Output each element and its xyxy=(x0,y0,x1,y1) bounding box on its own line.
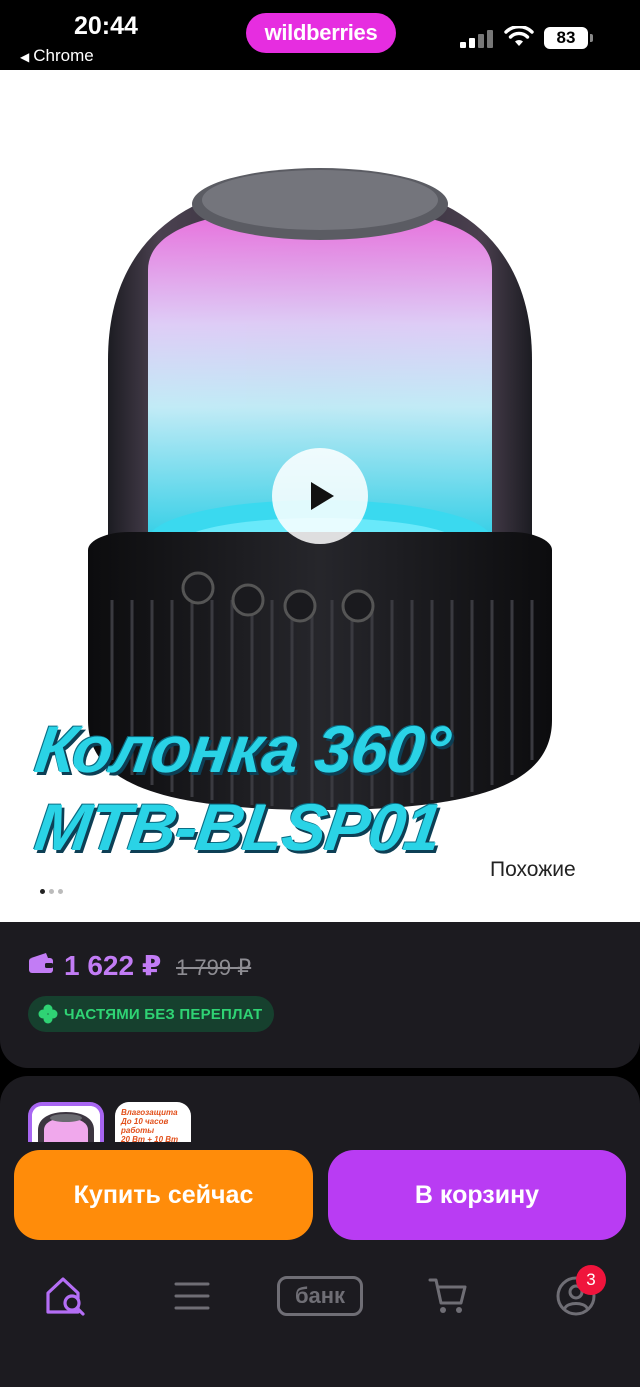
bank-icon: банк xyxy=(277,1276,363,1316)
price-card xyxy=(0,922,640,1068)
chevron-left-icon xyxy=(35,108,51,136)
back-to-app-link[interactable]: ◀ Chrome xyxy=(20,46,94,66)
back-triangle-icon: ◀ xyxy=(20,50,30,64)
clover-icon xyxy=(38,1004,58,1024)
home-search-icon xyxy=(46,1277,85,1316)
pagination-dot xyxy=(49,889,54,894)
profile-notification-badge: 3 xyxy=(576,1265,606,1295)
tab-bank[interactable]: банк xyxy=(276,1268,364,1324)
variant-thumbnail-selected[interactable] xyxy=(28,1102,104,1142)
old-price: 1 799 ₽ xyxy=(176,955,252,980)
status-bar: 20:44 ◀ Chrome wildberries 83 xyxy=(0,0,640,70)
variant-thumbnail-text: Влагозащита До 10 часов работы 20 Вт + 1… xyxy=(121,1108,179,1142)
add-to-cart-button[interactable]: В корзину xyxy=(328,1150,626,1240)
favorite-button[interactable] xyxy=(496,98,544,146)
gallery-pagination xyxy=(40,881,67,899)
tab-cart[interactable] xyxy=(420,1268,476,1324)
product-gallery[interactable]: Колонка 360° MTB-BLSP01 Похожие xyxy=(0,70,640,922)
back-button[interactable] xyxy=(20,98,68,146)
heart-icon xyxy=(500,104,540,139)
tab-home[interactable] xyxy=(38,1268,94,1324)
product-title-overlay: Колонка 360° MTB-BLSP01 xyxy=(31,710,556,866)
status-time: 20:44 xyxy=(74,12,138,40)
buy-now-button[interactable]: Купить сейчас xyxy=(14,1150,313,1240)
variant-thumbnail[interactable]: Влагозащита До 10 часов работы 20 Вт + 1… xyxy=(115,1102,191,1142)
play-video-button[interactable] xyxy=(272,448,368,544)
pagination-dot xyxy=(58,889,63,894)
share-icon xyxy=(582,99,610,140)
title-line-1: Колонка 360° xyxy=(30,712,454,786)
title-line-2: MTB-BLSP01 xyxy=(30,790,446,864)
variant-image xyxy=(32,1106,100,1142)
tab-catalog[interactable] xyxy=(164,1268,220,1324)
bank-label: банк xyxy=(294,1283,346,1308)
installments-label: ЧАСТЯМИ БЕЗ ПЕРЕПЛАТ xyxy=(64,1005,263,1023)
pagination-dot xyxy=(40,889,45,894)
play-icon xyxy=(311,482,334,510)
battery-indicator: 83 xyxy=(544,27,593,49)
brand-pill: wildberries xyxy=(246,13,396,53)
menu-icon xyxy=(174,1282,210,1310)
back-app-label: Chrome xyxy=(33,46,94,65)
cellular-signal-icon xyxy=(460,30,494,48)
current-price: 1 622 ₽ xyxy=(64,950,162,981)
cart-icon xyxy=(428,1278,467,1313)
wallet-icon xyxy=(29,953,53,973)
share-button[interactable] xyxy=(572,96,620,144)
installments-badge[interactable]: ЧАСТЯМИ БЕЗ ПЕРЕПЛАТ xyxy=(28,996,275,1032)
similar-products-link[interactable]: Похожие xyxy=(490,858,576,882)
wifi-icon xyxy=(504,26,534,46)
